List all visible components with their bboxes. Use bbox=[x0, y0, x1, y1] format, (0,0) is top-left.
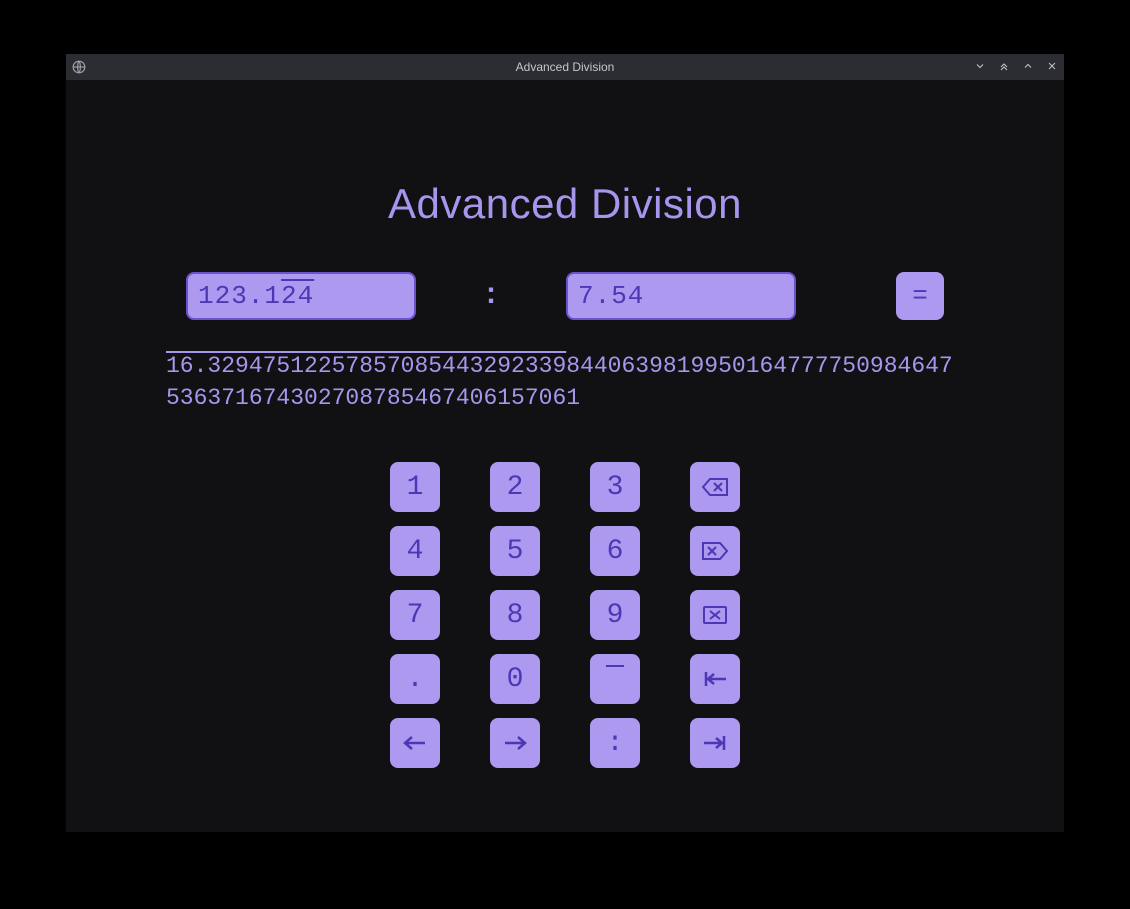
titlebar: Advanced Division bbox=[66, 54, 1064, 80]
key-3[interactable]: 3 bbox=[590, 462, 640, 512]
key-right[interactable] bbox=[490, 718, 540, 768]
app-globe-icon bbox=[66, 60, 92, 74]
window-title: Advanced Division bbox=[66, 60, 1064, 74]
client-area: Advanced Division 123.124 : 7.54 = 16.32… bbox=[66, 80, 1064, 832]
key-8[interactable]: 8 bbox=[490, 590, 540, 640]
divisor-value: 7.54 bbox=[578, 281, 644, 311]
keypad: 1 2 3 4 5 6 bbox=[66, 462, 1064, 768]
key-0[interactable]: 0 bbox=[490, 654, 540, 704]
arrow-right-icon bbox=[502, 734, 528, 752]
key-2[interactable]: 2 bbox=[490, 462, 540, 512]
window-maxstack-icon[interactable] bbox=[996, 60, 1012, 75]
key-dot[interactable]: . bbox=[390, 654, 440, 704]
clear-icon bbox=[701, 604, 729, 626]
dividend-input[interactable]: 123.124 bbox=[186, 272, 416, 320]
page-title: Advanced Division bbox=[66, 80, 1064, 228]
arrow-left-icon bbox=[402, 734, 428, 752]
result-area: 16.3294751225785708544329233984406398199… bbox=[166, 350, 964, 414]
key-left[interactable] bbox=[390, 718, 440, 768]
key-colon[interactable]: : bbox=[590, 718, 640, 768]
arrow-end-icon bbox=[702, 734, 728, 752]
key-delete-forward[interactable] bbox=[690, 526, 740, 576]
window-minimize-icon[interactable] bbox=[972, 60, 988, 75]
division-separator: : bbox=[416, 279, 566, 313]
equals-button[interactable]: = bbox=[896, 272, 944, 320]
inputs-row: 123.124 : 7.54 = bbox=[66, 272, 1064, 320]
app-window: Advanced Division Advanced Division 123.… bbox=[66, 54, 1064, 832]
arrow-home-icon bbox=[702, 670, 728, 688]
key-7[interactable]: 7 bbox=[390, 590, 440, 640]
dividend-period: 24 bbox=[281, 281, 314, 311]
key-5[interactable]: 5 bbox=[490, 526, 540, 576]
key-6[interactable]: 6 bbox=[590, 526, 640, 576]
window-maximize-icon[interactable] bbox=[1020, 60, 1036, 75]
key-home[interactable] bbox=[690, 654, 740, 704]
key-backspace[interactable] bbox=[690, 462, 740, 512]
key-4[interactable]: 4 bbox=[390, 526, 440, 576]
window-controls bbox=[972, 54, 1060, 80]
backspace-icon bbox=[700, 475, 730, 499]
divisor-input[interactable]: 7.54 bbox=[566, 272, 796, 320]
delete-forward-icon bbox=[700, 539, 730, 563]
dividend-prefix: 123.1 bbox=[198, 281, 281, 311]
key-9[interactable]: 9 bbox=[590, 590, 640, 640]
key-1[interactable]: 1 bbox=[390, 462, 440, 512]
result-period: 16.32947512257857085443292339 bbox=[166, 353, 566, 379]
key-clear[interactable] bbox=[690, 590, 740, 640]
window-close-icon[interactable] bbox=[1044, 60, 1060, 75]
key-overline[interactable] bbox=[590, 654, 640, 704]
key-end[interactable] bbox=[690, 718, 740, 768]
